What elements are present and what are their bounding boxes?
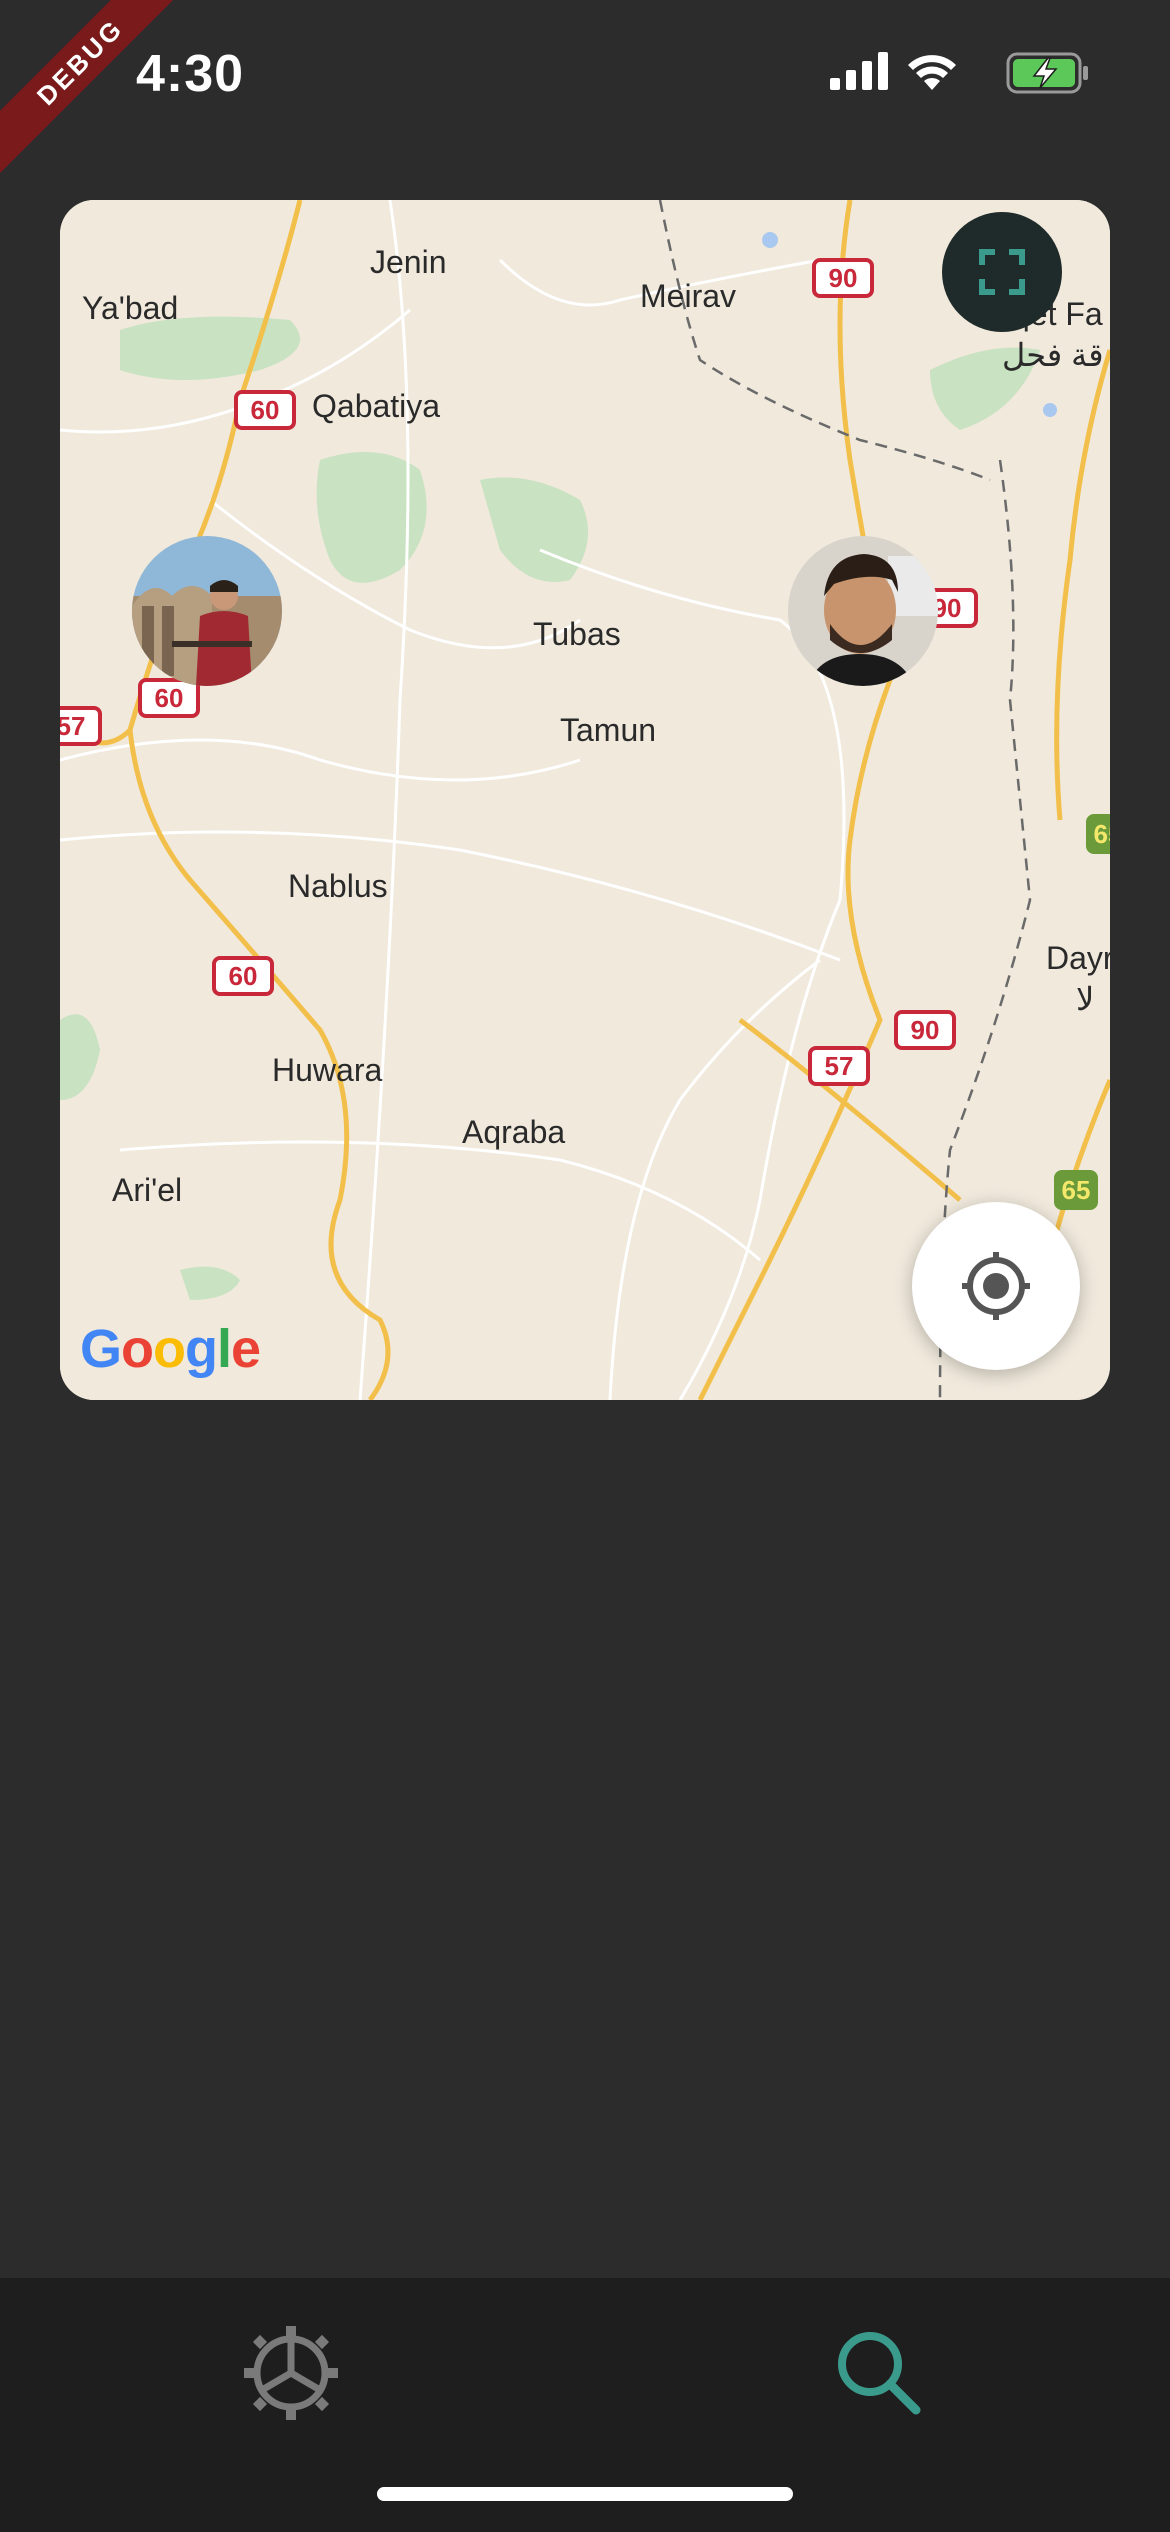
road-shield-57: 57	[60, 706, 102, 746]
map-label-tamun: Tamun	[560, 712, 657, 748]
fullscreen-icon	[979, 249, 1025, 295]
road-shield-90: 90	[812, 258, 874, 298]
status-time: 4:30	[136, 45, 245, 103]
avatar-photo	[788, 536, 938, 686]
road-shield-60: 60	[234, 390, 296, 430]
settings-gear-icon	[244, 2326, 338, 2420]
wifi-icon	[908, 55, 956, 90]
avatar-photo	[132, 536, 282, 686]
user-avatar-marker[interactable]	[132, 536, 282, 686]
fullscreen-button[interactable]	[942, 212, 1062, 332]
map-label-arabic-la: لا	[1076, 981, 1095, 1017]
user-avatar-marker[interactable]	[788, 536, 938, 686]
map-label-tubas: Tubas	[533, 616, 621, 652]
battery-charging-icon	[1006, 52, 1088, 94]
map-label-huwara: Huwara	[272, 1052, 383, 1088]
map-label-meirav: Meirav	[640, 278, 737, 314]
nav-settings-button[interactable]	[236, 2318, 346, 2428]
map-label-aqraba: Aqraba	[462, 1114, 566, 1150]
road-shield-60: 60	[212, 956, 274, 996]
status-bar: DEBUG 4:30	[0, 0, 1170, 177]
road-shield-65: 65	[1086, 814, 1110, 854]
search-icon	[838, 2332, 921, 2415]
signal-icon	[830, 52, 888, 90]
road-shield-90: 90	[894, 1010, 956, 1050]
road-shield-57: 57	[808, 1046, 870, 1086]
nav-search-button[interactable]	[824, 2318, 934, 2428]
my-location-icon	[962, 1252, 1030, 1320]
google-logo: Google	[80, 1319, 261, 1379]
map-label-nablus: Nablus	[288, 868, 388, 904]
my-location-button[interactable]	[912, 1202, 1080, 1370]
map-label-ariel: Ari'el	[112, 1172, 183, 1208]
map-label-dayr: Dayr	[1046, 940, 1110, 976]
home-indicator[interactable]	[377, 2487, 793, 2501]
map-label-arabic-fahl: قة فحل	[1002, 337, 1104, 373]
map-label-jenin: Jenin	[370, 244, 447, 280]
map-label-yabad: Ya'bad	[82, 290, 179, 326]
map-label-qabatiya: Qabatiya	[312, 388, 441, 424]
map-view[interactable]: Ya'bad Jenin Meirav Qabatiya Tubas Tamun…	[60, 200, 1110, 1400]
